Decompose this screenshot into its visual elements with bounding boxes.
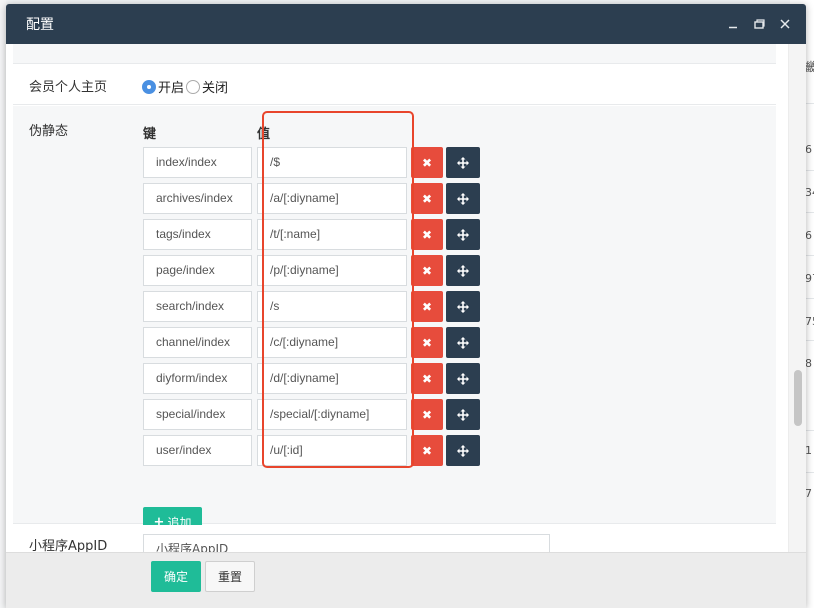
- background-number: 8: [805, 357, 812, 370]
- drag-rule-button[interactable]: [446, 327, 480, 358]
- move-arrows-icon: [457, 300, 469, 313]
- drag-rule-button[interactable]: [446, 291, 480, 322]
- remove-rule-button[interactable]: ✖: [411, 255, 443, 286]
- rule-value-input[interactable]: /d/[:diyname]: [257, 363, 407, 394]
- times-icon: ✖: [421, 191, 433, 206]
- remove-rule-button[interactable]: ✖: [411, 219, 443, 250]
- scrollbar[interactable]: [788, 44, 806, 552]
- appid-label: 小程序AppID: [29, 539, 108, 552]
- close-icon[interactable]: [774, 13, 796, 35]
- dialog-title: 配置: [26, 17, 54, 33]
- move-arrows-icon: [457, 264, 469, 277]
- member-homepage-label: 会员个人主页: [29, 80, 108, 95]
- rule-value-input[interactable]: /a/[:diyname]: [257, 183, 407, 214]
- rewrite-label: 伪静态: [29, 124, 69, 139]
- rule-value-input[interactable]: /$: [257, 147, 407, 178]
- background-number: 7: [805, 487, 812, 500]
- maximize-icon[interactable]: [748, 13, 770, 35]
- remove-rule-button[interactable]: ✖: [411, 147, 443, 178]
- drag-rule-button[interactable]: [446, 435, 480, 466]
- form-top-strip: [13, 44, 776, 64]
- times-icon: ✖: [421, 335, 433, 350]
- key-column-header: 键: [143, 127, 157, 142]
- rule-key-input[interactable]: tags/index: [143, 219, 252, 250]
- config-dialog: 配置 会员个人主页 开启 关闭 伪静态 键 值 index/index /$ ✖…: [6, 4, 806, 608]
- drag-rule-button[interactable]: [446, 255, 480, 286]
- scrollbar-thumb[interactable]: [794, 370, 802, 426]
- background-number: 97: [805, 272, 814, 285]
- member-homepage-row: 会员个人主页 开启 关闭: [13, 65, 776, 105]
- move-arrows-icon: [457, 408, 469, 421]
- remove-rule-button[interactable]: ✖: [411, 363, 443, 394]
- move-arrows-icon: [457, 192, 469, 205]
- times-icon: ✖: [421, 407, 433, 422]
- drag-rule-button[interactable]: [446, 147, 480, 178]
- drag-rule-button[interactable]: [446, 183, 480, 214]
- background-number: 6: [805, 143, 812, 156]
- remove-rule-button[interactable]: ✖: [411, 291, 443, 322]
- rule-key-input[interactable]: user/index: [143, 435, 252, 466]
- config-form: 会员个人主页 开启 关闭 伪静态 键 值 index/index /$ ✖ ar…: [6, 44, 788, 552]
- rule-value-input[interactable]: /p/[:diyname]: [257, 255, 407, 286]
- appid-row: 小程序AppID 小程序AppID: [13, 525, 776, 552]
- rewrite-row: 伪静态 键 值 index/index /$ ✖ archives/index …: [13, 106, 776, 537]
- drag-rule-button[interactable]: [446, 399, 480, 430]
- move-arrows-icon: [457, 444, 469, 457]
- rule-value-input[interactable]: /c/[:diyname]: [257, 327, 407, 358]
- dialog-header: 配置: [6, 4, 806, 44]
- rule-value-input[interactable]: /special/[:diyname]: [257, 399, 407, 430]
- drag-rule-button[interactable]: [446, 219, 480, 250]
- times-icon: ✖: [421, 299, 433, 314]
- member-homepage-radio-group: 开启 关闭: [142, 77, 230, 96]
- rule-key-input[interactable]: search/index: [143, 291, 252, 322]
- times-icon: ✖: [421, 371, 433, 386]
- remove-rule-button[interactable]: ✖: [411, 183, 443, 214]
- rule-value-input[interactable]: /u/[:id]: [257, 435, 407, 466]
- move-arrows-icon: [457, 336, 469, 349]
- background-header-fragment: 畿: [805, 60, 814, 74]
- dialog-body: 会员个人主页 开启 关闭 伪静态 键 值 index/index /$ ✖ ar…: [6, 44, 806, 552]
- remove-rule-button[interactable]: ✖: [411, 435, 443, 466]
- radio-disable[interactable]: [186, 79, 201, 94]
- remove-rule-button[interactable]: ✖: [411, 327, 443, 358]
- times-icon: ✖: [421, 263, 433, 278]
- value-column-header: 值: [257, 127, 271, 142]
- times-icon: ✖: [421, 227, 433, 242]
- rule-value-input[interactable]: /t/[:name]: [257, 219, 407, 250]
- rule-key-input[interactable]: special/index: [143, 399, 252, 430]
- dialog-footer: 确定 重置: [6, 552, 806, 608]
- remove-rule-button[interactable]: ✖: [411, 399, 443, 430]
- times-icon: ✖: [421, 443, 433, 458]
- reset-button[interactable]: 重置: [205, 561, 255, 592]
- times-icon: ✖: [421, 155, 433, 170]
- background-number: 6: [805, 229, 812, 242]
- rule-key-input[interactable]: diyform/index: [143, 363, 252, 394]
- background-number: 34: [805, 186, 814, 199]
- radio-enable-label[interactable]: 开启: [158, 77, 184, 96]
- move-arrows-icon: [457, 228, 469, 241]
- minimize-icon[interactable]: [722, 13, 744, 35]
- radio-enable[interactable]: [142, 79, 156, 94]
- radio-disable-label[interactable]: 关闭: [202, 77, 228, 96]
- move-arrows-icon: [457, 372, 469, 385]
- background-number: 75: [805, 315, 814, 328]
- rule-key-input[interactable]: archives/index: [143, 183, 252, 214]
- window-controls: [722, 13, 796, 35]
- rule-key-input[interactable]: page/index: [143, 255, 252, 286]
- background-number: 1: [805, 444, 812, 457]
- confirm-button[interactable]: 确定: [151, 561, 201, 592]
- move-arrows-icon: [457, 156, 469, 169]
- rule-key-input[interactable]: channel/index: [143, 327, 252, 358]
- rule-key-input[interactable]: index/index: [143, 147, 252, 178]
- drag-rule-button[interactable]: [446, 363, 480, 394]
- appid-input[interactable]: 小程序AppID: [143, 534, 550, 552]
- rule-value-input[interactable]: /s: [257, 291, 407, 322]
